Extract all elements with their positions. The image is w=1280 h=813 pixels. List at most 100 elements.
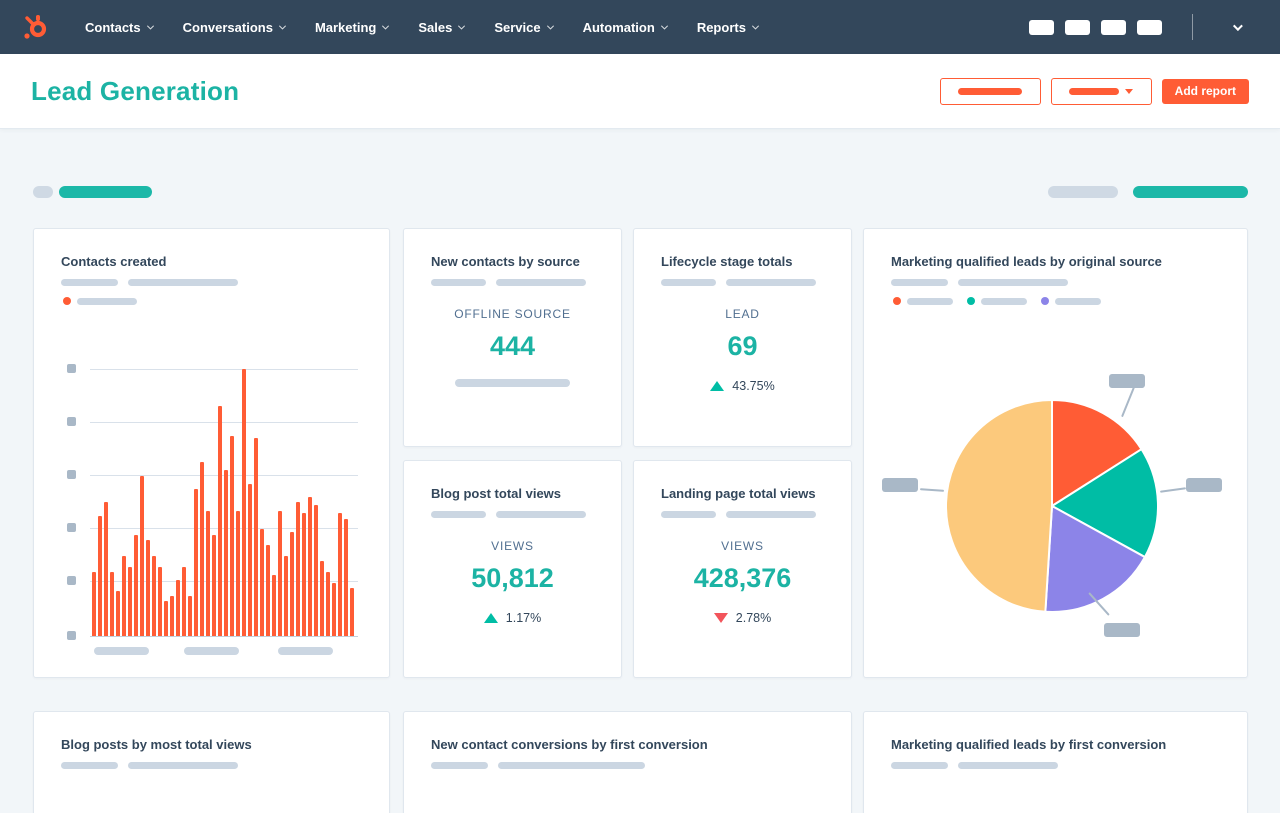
bar [116,591,120,636]
top-nav: Contacts Conversations Marketing Sales S… [0,0,1280,54]
card-mql-by-first-conversion: Marketing qualified leads by first conve… [863,711,1248,813]
dashboard-filter-button[interactable] [939,77,1041,105]
account-chevron-down-icon[interactable] [1232,20,1243,31]
nav-item-label: Automation [582,19,655,35]
add-report-button[interactable]: Add report [1161,78,1249,104]
text-placeholder [891,762,948,769]
nav-item-automation[interactable]: Automation [568,0,682,54]
nav-item-contacts[interactable]: Contacts [70,0,168,54]
text-placeholder [958,279,1068,286]
chevron-down-icon [660,22,668,30]
bar [302,513,306,636]
x-axis-label-placeholder [184,647,239,655]
metric-value: 428,376 [693,563,792,593]
nav-item-marketing[interactable]: Marketing [300,0,403,54]
page-title: Lead Generation [31,75,240,106]
y-axis-tick [67,470,76,479]
metric-value: 444 [489,331,536,361]
nav-item-label: Sales [418,19,453,35]
bar [332,583,336,636]
legend-label-placeholder [77,297,137,305]
chevron-down-icon [146,22,154,30]
nav-tool-icon[interactable] [1065,19,1090,35]
delta-direction-icon [483,613,498,623]
nav-divider [1192,14,1193,40]
card-blog-post-total-views: Blog post total views VIEWS 50,812 1.17% [403,460,622,678]
bar [164,601,168,636]
bar [242,369,246,636]
bar [278,511,282,636]
header-actions: Add report [939,77,1249,105]
filter-placeholder[interactable] [1048,186,1118,198]
bar [200,462,204,636]
y-axis-tick [67,631,76,640]
card-title: Blog posts by most total views [61,737,252,752]
nav-item-service[interactable]: Service [479,0,567,54]
legend-label-placeholder [1055,297,1101,305]
card-title: New contacts by source [431,254,580,269]
text-placeholder [726,279,816,286]
card-title: New contact conversions by first convers… [431,737,708,752]
bar [176,580,180,636]
text-placeholder [61,279,118,286]
bar [230,436,234,636]
hubspot-logo-icon[interactable] [22,14,48,40]
bar [152,556,156,636]
bar [290,532,294,636]
card-new-contacts-by-source: New contacts by source OFFLINE SOURCE 44… [403,228,622,447]
bar [158,567,162,636]
bar [212,535,216,636]
bar [122,556,126,636]
filter-placeholder-active[interactable] [1133,186,1248,198]
bar [326,572,330,636]
button-label-placeholder [958,87,1023,95]
filter-placeholder[interactable] [33,186,53,198]
bar [338,513,342,636]
card-title: Lifecycle stage totals [661,254,793,269]
bar [320,561,324,636]
nav-item-reports[interactable]: Reports [682,0,773,54]
bar [224,470,228,636]
card-new-contact-conversions: New contact conversions by first convers… [403,711,852,813]
sprocket-icon [24,15,47,39]
bar [314,505,318,636]
bar [194,489,198,636]
legend-item [63,297,137,305]
text-placeholder [891,279,948,286]
chevron-down-icon [751,22,759,30]
bar [236,511,240,636]
nav-item-label: Conversations [182,19,273,35]
delta-direction-icon [710,381,725,391]
pie-callout-line [919,488,945,492]
nav-item-conversations[interactable]: Conversations [168,0,300,54]
pie-label-placeholder [1104,623,1140,637]
card-title: Landing page total views [661,486,816,501]
chevron-down-icon [278,22,286,30]
filter-placeholder-active[interactable] [59,186,152,198]
delta-direction-icon [713,613,728,623]
chevron-down-icon [1125,88,1134,94]
bar [272,575,276,636]
nav-tool-icon[interactable] [1137,19,1162,35]
dashboard-actions-dropdown[interactable] [1050,77,1152,105]
legend-dot-icon [967,297,975,305]
bar [248,484,252,636]
metric-footer [404,379,621,387]
legend-dot-icon [1041,297,1049,305]
bar [188,596,192,636]
nav-tool-icon[interactable] [1101,19,1126,35]
y-axis-tick [67,576,76,585]
card-title: Marketing qualified leads by first conve… [891,737,1167,752]
legend-dot-icon [63,297,71,305]
nav-tool-icon[interactable] [1029,19,1054,35]
y-axis-tick [67,417,76,426]
nav-item-sales[interactable]: Sales [403,0,479,54]
metric-delta: 43.75% [634,379,851,393]
bar [98,516,102,636]
text-placeholder [498,762,645,769]
chevron-down-icon [546,22,554,30]
x-axis-label-placeholder [278,647,333,655]
chart-legend [893,297,1101,305]
bar [206,511,210,636]
text-placeholder [455,379,570,387]
